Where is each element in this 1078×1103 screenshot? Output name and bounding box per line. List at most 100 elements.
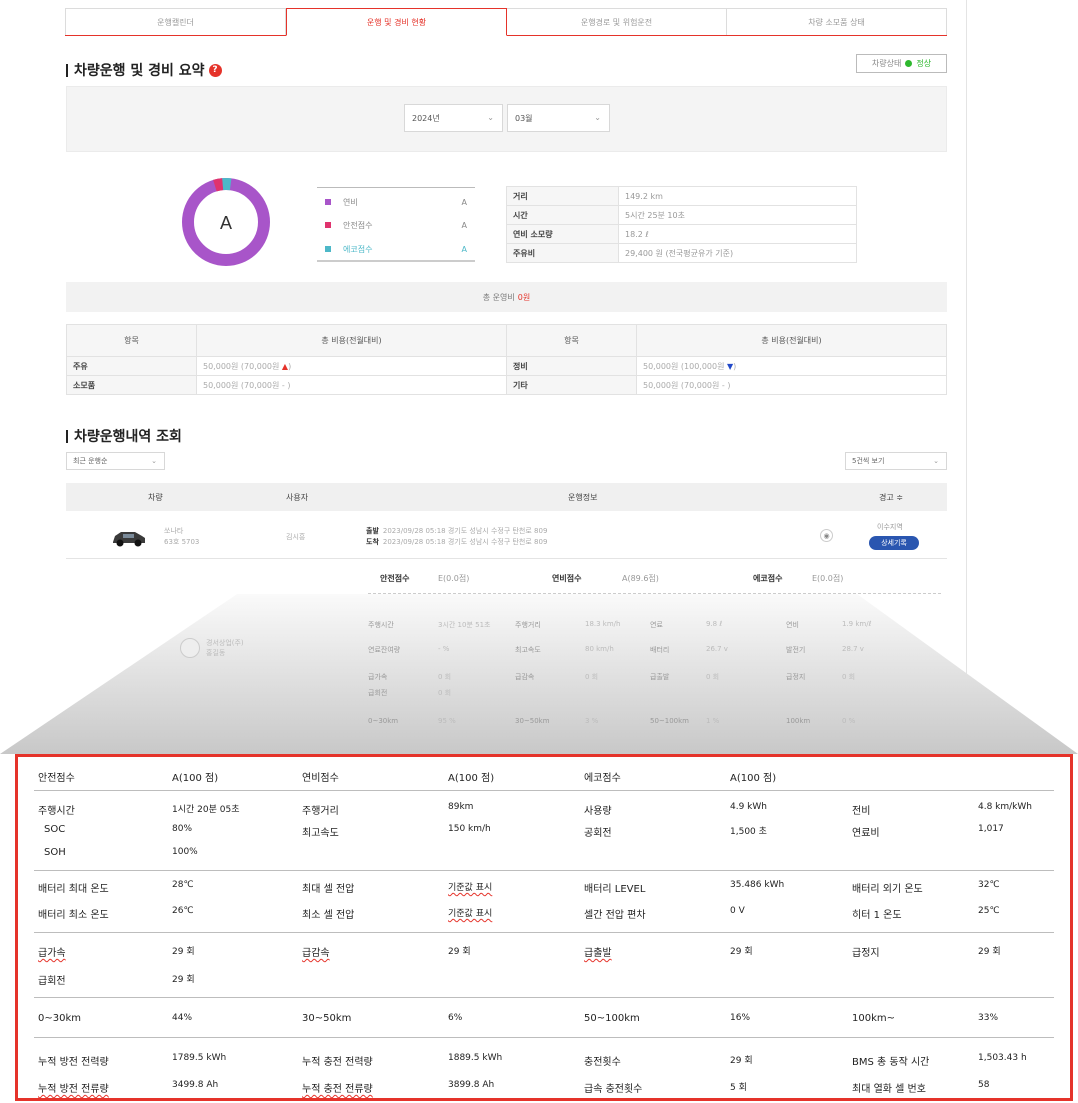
detail-label: 누적 충전 전류량 xyxy=(302,1084,373,1095)
history-title-text: 차량운행내역 조회 xyxy=(74,429,182,445)
detail-record-button[interactable]: 상세기록 xyxy=(869,536,919,550)
faded-label: 급감속 xyxy=(515,673,535,681)
tab-operation-cost[interactable]: 운행 및 경비 현황 xyxy=(286,8,507,36)
detail-label: 배터리 최대 온도 xyxy=(38,884,109,895)
sort-select[interactable]: 최근 운행순 ⌄ xyxy=(66,452,165,470)
detail-value: A(100 점) xyxy=(448,773,495,784)
info-value: 18.2 ℓ xyxy=(618,224,857,244)
donut-chart: A xyxy=(182,178,270,266)
detail-value: 35.486 kWh xyxy=(730,880,785,890)
detail-value: 33% xyxy=(978,1013,999,1023)
detail-value: 1,503.43 h xyxy=(978,1053,1027,1063)
detail-value: 28℃ xyxy=(172,880,194,890)
warning-text: 이수지역 xyxy=(877,523,903,531)
detail-label: 셀간 전압 편차 xyxy=(584,910,646,921)
car-info: 쏘나타 63호 5703 xyxy=(164,526,199,548)
detail-row: 누적 방전 전력량 1789.5 kWh 누적 충전 전력량 1889.5 kWh 충전… xyxy=(34,1053,1054,1073)
faded-user: 경서상업(주) 홍길동 xyxy=(180,638,244,658)
cost-header: 항목 xyxy=(506,324,637,357)
detail-label: 충전횟수 xyxy=(584,1057,621,1068)
page-size-select[interactable]: 5건씩 보기 ⌄ xyxy=(845,452,947,470)
detail-label: 배터리 최소 온도 xyxy=(38,910,109,921)
detail-value: 100% xyxy=(172,847,198,857)
detail-label: 연비점수 xyxy=(302,773,339,784)
tab-route-risk[interactable]: 운행경로 및 위험운전 xyxy=(507,8,727,35)
sort-value: 최근 운행순 xyxy=(73,457,108,465)
detail-label: 누적 방전 전력량 xyxy=(38,1057,109,1068)
cost-amount: 50,000원 (70,000원 xyxy=(203,361,282,371)
legend-grade: A xyxy=(461,197,467,207)
detail-label: 급정지 xyxy=(852,948,880,959)
table-row[interactable]: 쏘나타 63호 5703 김시흥 출발 2023/09/28 05:18 경기도 … xyxy=(66,511,947,559)
faded-label: 배터리 xyxy=(650,646,670,654)
detail-label: 최대 열화 셀 번호 xyxy=(852,1084,926,1095)
cost-value: 50,000원 (70,000원 - ) xyxy=(636,375,947,395)
vehicle-status[interactable]: 차량상태 정상 xyxy=(856,54,947,73)
detail-label: 급가속 xyxy=(38,948,66,959)
map-pin-icon[interactable]: ◉ xyxy=(820,529,833,542)
date-filter: 2024년 ⌄ 03월 ⌄ xyxy=(66,86,947,152)
status-dot-icon xyxy=(905,60,913,67)
total-cost-label: 총 운영비 xyxy=(482,292,515,302)
driver-name: 김시흥 xyxy=(286,533,306,541)
detail-label: 히터 1 온도 xyxy=(852,910,902,921)
faded-label: 연료잔여량 xyxy=(368,646,401,654)
chevron-down-icon: ⌄ xyxy=(594,113,601,122)
detail-label: 급회전 xyxy=(38,976,66,987)
faded-value: 95 % xyxy=(438,717,456,725)
car-icon xyxy=(113,532,145,547)
detail-row: 누적 방전 전류량 3499.8 Ah 누적 충전 전류량 3899.8 Ah 급속 충… xyxy=(34,1080,1054,1100)
detail-value: 25℃ xyxy=(978,906,1000,916)
faded-value: 3 % xyxy=(585,717,599,725)
faded-value: 9.8 ℓ xyxy=(706,620,723,628)
detail-label: 최소 셀 전압 xyxy=(302,910,355,921)
year-select[interactable]: 2024년 ⌄ xyxy=(404,104,503,132)
help-icon[interactable]: ? xyxy=(208,63,222,77)
legend-item-eco: 에코점수 A xyxy=(325,243,467,255)
tab-calendar[interactable]: 운행캘린더 xyxy=(65,8,286,35)
divider xyxy=(34,997,1054,998)
detail-row: 급가속 29 회 급감속 29 회 급출발 29 회 급정지 29 회 xyxy=(34,944,1054,964)
detail-value: 44% xyxy=(172,1013,193,1023)
col-warning-sort[interactable]: 경고 ≑ xyxy=(879,492,903,503)
info-key: 주유비 xyxy=(506,243,619,263)
grade-donut: A xyxy=(181,177,271,267)
grade-legend: 연비 A 안전점수 A 에코점수 A xyxy=(317,187,475,262)
detail-value: 1789.5 kWh xyxy=(172,1053,227,1063)
table-row: 소모품 50,000원 (70,000원 - ) 기타 50,000원 (70,… xyxy=(66,375,947,395)
divider xyxy=(34,1037,1054,1038)
chevron-down-icon: ⌄ xyxy=(151,457,157,465)
info-value: 29,400 원 (전국평균유가 기준) xyxy=(618,243,857,263)
detail-label: 급감속 xyxy=(302,948,330,959)
cost-paren: ) xyxy=(288,361,292,371)
detail-value: 89km xyxy=(448,802,474,812)
info-key: 연비 소모량 xyxy=(506,224,619,244)
faded-label: 급회전 xyxy=(368,689,388,697)
tab-consumables[interactable]: 차량 소모품 상태 xyxy=(727,8,947,35)
faded-value: 0 회 xyxy=(438,689,452,697)
faded-user-name: 홍길동 xyxy=(206,649,226,657)
legend-label: 에코점수 xyxy=(343,244,373,254)
user-avatar-icon xyxy=(180,638,200,658)
detail-value: 32℃ xyxy=(978,880,1000,890)
detail-value: 26℃ xyxy=(172,906,194,916)
detail-label: 최고속도 xyxy=(302,828,339,839)
detail-label: 100km~ xyxy=(852,1013,895,1024)
detail-label: 주행시간 xyxy=(38,806,75,817)
faded-label: 급출발 xyxy=(650,673,670,681)
faded-label: 발전기 xyxy=(786,646,806,654)
cost-amount: 50,000원 (100,000원 xyxy=(643,361,728,371)
cost-item: 주유 xyxy=(66,356,197,376)
faded-value: 18.3 km/h xyxy=(585,620,621,628)
total-cost-value: 0원 xyxy=(517,292,531,302)
month-select[interactable]: 03월 ⌄ xyxy=(507,104,610,132)
legend-item-safety: 안전점수 A xyxy=(325,219,467,231)
detail-label: 30~50km xyxy=(302,1013,352,1024)
detail-value: A(100 점) xyxy=(172,773,219,784)
detail-label: 0~30km xyxy=(38,1013,81,1024)
tab-bar: 운행캘린더 운행 및 경비 현황 운행경로 및 위험운전 차량 소모품 상태 xyxy=(65,8,947,36)
legend-item-fuel: 연비 A xyxy=(325,196,467,208)
detail-value: 5 회 xyxy=(730,1083,747,1093)
detail-value: 1시간 20분 05초 xyxy=(172,805,240,815)
col-info: 운행정보 xyxy=(568,493,598,502)
